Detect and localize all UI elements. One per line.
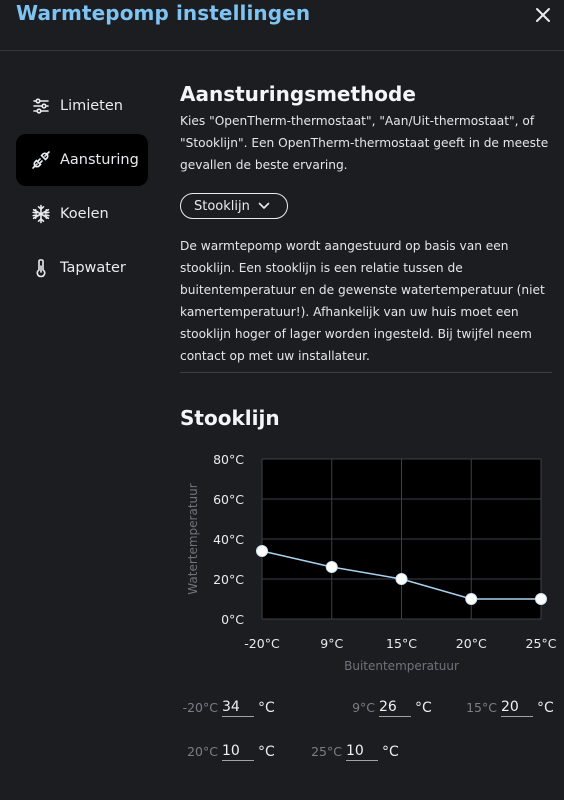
sidebar-item-label: Aansturing: [60, 152, 139, 168]
curve-input-field[interactable]: [501, 698, 533, 717]
curve-input-unit: °C: [258, 699, 275, 716]
description-text: De warmtepomp wordt aangestuurd op basis…: [180, 239, 545, 363]
y-tick-label: 20°C: [213, 572, 244, 587]
title-bar: Warmtepomp instellingen: [0, 0, 564, 51]
sidebar-item-label: Tapwater: [60, 260, 126, 276]
data-point: [535, 593, 547, 605]
sliders-icon: [30, 95, 52, 117]
curve-input-group: -20°C °C: [180, 698, 275, 717]
sidebar-item-koelen[interactable]: Koelen: [16, 188, 148, 240]
curve-inputs: -20°C °C 9°C °C 15°C °C 20°C °C 25°C °C: [180, 690, 564, 780]
data-point: [465, 593, 478, 605]
snowflake-icon: [30, 203, 52, 225]
curve-input-field[interactable]: [346, 742, 378, 761]
y-tick-label: 40°C: [213, 532, 244, 547]
close-button[interactable]: [530, 2, 556, 28]
heating-curve-chart: 0°C 20°C 40°C 60°C 80°C -20°C 9°C 15°C 20°C 25°C B…: [180, 440, 564, 680]
curve-input-group: 15°C °C: [459, 698, 554, 717]
x-axis-title: Buitentemperatuur: [344, 659, 459, 673]
curve-input-field[interactable]: [379, 698, 411, 717]
data-point: [395, 573, 408, 585]
curve-input-label: 9°C: [352, 700, 375, 715]
curve-input-unit: °C: [258, 743, 275, 760]
intro-text: Kies "OpenTherm-thermostaat", "Aan/Uit-t…: [180, 114, 549, 172]
y-axis-title: Watertemperatuur: [186, 483, 200, 594]
y-tick-label: 0°C: [221, 612, 244, 627]
curve-input-group: 20°C °C: [180, 742, 275, 761]
curve-input-label: 25°C: [311, 744, 342, 759]
curve-input-unit: °C: [415, 699, 432, 716]
curve-input-unit: °C: [382, 743, 399, 760]
chart-svg: 0°C 20°C 40°C 60°C 80°C -20°C 9°C 15°C 20°C 25°C B…: [186, 452, 557, 673]
x-tick-label: -20°C: [244, 636, 280, 651]
x-tick-label: 25°C: [526, 636, 557, 651]
data-point: [256, 545, 268, 557]
method-select-value: Stooklijn: [194, 198, 250, 214]
curve-input-unit: °C: [537, 699, 554, 716]
y-tick-label: 60°C: [213, 492, 244, 507]
divider: [180, 372, 552, 373]
x-tick-label: 15°C: [386, 636, 417, 651]
section-heading: Aansturingsmethode: [180, 82, 416, 106]
curve-heading: Stooklijn: [180, 406, 280, 430]
plug-icon: [30, 149, 52, 171]
sidebar: Limieten Aansturing Koelen Tapwater: [16, 80, 148, 296]
curve-input-label: 15°C: [466, 700, 497, 715]
curve-input-group: 9°C °C: [337, 698, 432, 717]
thermometer-icon: [30, 257, 52, 279]
sidebar-item-limieten[interactable]: Limieten: [16, 80, 148, 132]
sidebar-item-label: Koelen: [60, 206, 109, 222]
method-select[interactable]: Stooklijn: [180, 193, 288, 219]
x-tick-label: 20°C: [456, 636, 487, 651]
curve-input-group: 25°C °C: [304, 742, 399, 761]
x-tick-label: 9°C: [320, 636, 343, 651]
main-content: Aansturingsmethode Kies "OpenTherm-therm…: [180, 82, 554, 176]
window-title: Warmtepomp instellingen: [16, 1, 311, 25]
curve-input-label: -20°C: [182, 700, 218, 715]
close-icon: [536, 8, 550, 22]
chevron-down-icon: [258, 202, 270, 209]
data-point: [325, 561, 338, 573]
sidebar-item-label: Limieten: [60, 98, 123, 114]
sidebar-item-aansturing[interactable]: Aansturing: [16, 134, 148, 186]
curve-input-label: 20°C: [187, 744, 218, 759]
curve-input-field[interactable]: [222, 698, 254, 717]
sidebar-item-tapwater[interactable]: Tapwater: [16, 242, 148, 294]
curve-input-field[interactable]: [222, 742, 254, 761]
y-tick-label: 80°C: [213, 452, 244, 467]
